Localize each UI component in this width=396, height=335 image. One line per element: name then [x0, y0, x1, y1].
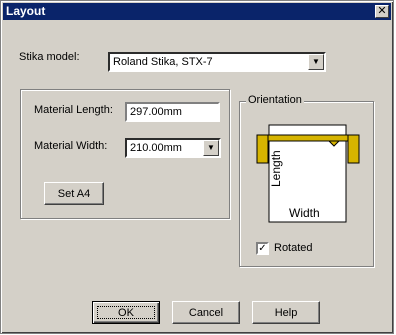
cutter-left-arm-icon	[256, 134, 269, 164]
close-button[interactable]: ✕	[375, 5, 389, 18]
set-a4-label: Set A4	[57, 187, 91, 200]
stika-model-select[interactable]: Roland Stika, STX-7 ▼	[108, 52, 326, 72]
cutter-rail-icon	[256, 134, 360, 142]
close-icon: ✕	[377, 5, 387, 17]
ok-button[interactable]: OK	[92, 301, 160, 324]
chevron-down-icon[interactable]: ▼	[308, 54, 324, 70]
rotated-label: Rotated	[274, 242, 313, 254]
preview-length-label: Length	[269, 150, 283, 187]
material-length-field[interactable]: 297.00mm	[125, 102, 220, 122]
set-a4-button[interactable]: Set A4	[44, 182, 104, 205]
material-length-label: Material Length:	[34, 104, 113, 116]
material-width-label: Material Width:	[34, 140, 108, 152]
cutter-right-arm-icon	[347, 134, 360, 164]
cancel-label: Cancel	[188, 306, 224, 319]
chevron-down-icon[interactable]: ▼	[203, 140, 219, 156]
material-width-value: 210.00mm	[130, 142, 182, 154]
help-label: Help	[274, 306, 298, 319]
preview-width-label: Width	[289, 206, 320, 220]
rotated-checkbox[interactable]: ✓	[256, 242, 269, 255]
ok-label: OK	[118, 306, 134, 319]
material-length-value: 297.00mm	[130, 106, 182, 118]
help-button[interactable]: Help	[252, 301, 320, 324]
title-bar[interactable]: Layout ✕	[3, 3, 391, 20]
window-title: Layout	[6, 4, 46, 18]
stika-model-label: Stika model:	[19, 51, 80, 63]
material-width-select[interactable]: 210.00mm ▼	[125, 138, 221, 158]
layout-dialog: Layout ✕ Stika model: Roland Stika, STX-…	[0, 0, 394, 334]
stika-model-value: Roland Stika, STX-7	[113, 56, 213, 68]
orientation-title: Orientation	[246, 94, 304, 106]
cancel-button[interactable]: Cancel	[172, 301, 240, 324]
check-icon: ✓	[258, 243, 267, 254]
